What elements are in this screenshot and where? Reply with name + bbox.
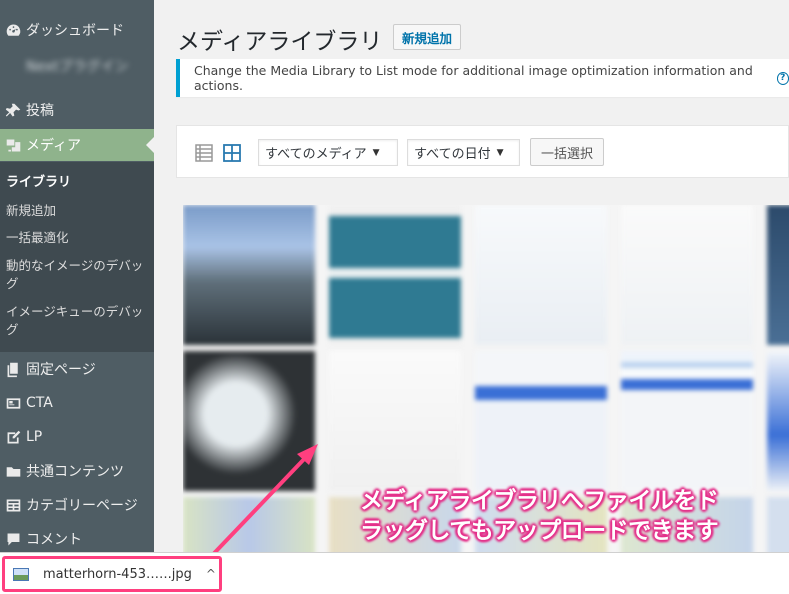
menu-cta-label: CTA — [26, 395, 53, 411]
menu-posts[interactable]: 投稿 — [0, 98, 154, 122]
table-icon — [0, 497, 26, 514]
pin-icon — [0, 102, 26, 119]
menu-next-plugin[interactable]: Nextプラグイン — [0, 54, 154, 78]
cta-icon — [0, 395, 26, 412]
media-type-filter[interactable]: すべてのメディア ▼ — [258, 139, 398, 166]
date-filter-value: すべての日付 — [414, 147, 491, 162]
media-submenu: ライブラリ 新規追加 一括最適化 動的なイメージのデバッグ イメージキューのデバ… — [0, 162, 154, 352]
media-thumbnail[interactable] — [475, 205, 607, 345]
media-type-filter-value: すべてのメディア — [265, 147, 367, 162]
media-toolbar: すべてのメディア ▼ すべての日付 ▼ 一括選択 — [176, 125, 789, 178]
callout-line-2: ラッグしてもアップロードできます — [360, 518, 719, 544]
menu-posts-label: 投稿 — [26, 103, 54, 119]
image-file-icon — [13, 567, 29, 581]
media-thumbnail[interactable] — [767, 351, 789, 491]
dropdown-arrow-icon: ▼ — [496, 147, 504, 158]
media-thumbnail[interactable] — [329, 205, 461, 345]
folder-icon — [0, 463, 26, 480]
media-thumbnail[interactable] — [183, 351, 315, 491]
media-thumbnail[interactable] — [621, 205, 753, 345]
lp-icon — [0, 429, 26, 446]
help-icon[interactable]: ? — [776, 71, 789, 85]
media-thumbnail[interactable] — [767, 205, 789, 345]
menu-pages-label: 固定ページ — [26, 362, 96, 378]
chevron-up-icon[interactable]: ^ — [206, 567, 216, 581]
dashboard-icon — [0, 22, 26, 39]
media-thumbnail[interactable] — [183, 497, 315, 552]
submenu-image-queue-debug[interactable]: イメージキューのデバッグ — [6, 303, 150, 339]
media-thumbnail[interactable] — [767, 497, 789, 552]
grid-view-icon[interactable] — [223, 144, 241, 162]
menu-category-pages-label: カテゴリーページ — [26, 498, 138, 514]
menu-dashboard-label: ダッシュボード — [26, 23, 124, 39]
media-thumbnail[interactable] — [475, 351, 607, 491]
menu-lp-label: LP — [26, 429, 43, 445]
comment-icon — [0, 531, 26, 548]
list-mode-notice: Change the Media Library to List mode fo… — [176, 59, 789, 97]
callout-line-1: メディアライブラリへファイルをド — [360, 488, 719, 514]
media-icon — [0, 137, 26, 154]
submenu-library[interactable]: ライブラリ — [6, 174, 150, 192]
media-thumbnail[interactable] — [329, 351, 461, 491]
menu-cta[interactable]: CTA — [0, 391, 154, 415]
menu-category-pages[interactable]: カテゴリーページ — [0, 493, 154, 517]
menu-comments[interactable]: コメント — [0, 527, 154, 551]
dropdown-arrow-icon: ▼ — [372, 147, 380, 158]
menu-media[interactable]: メディア — [0, 129, 154, 161]
menu-dashboard[interactable]: ダッシュボード — [0, 18, 154, 42]
bulk-select-button[interactable]: 一括選択 — [530, 138, 605, 166]
date-filter[interactable]: すべての日付 ▼ — [407, 139, 520, 166]
menu-pages[interactable]: 固定ページ — [0, 357, 154, 381]
download-bar: matterhorn-453…‥.jpg ^ — [0, 552, 789, 594]
media-thumbnail[interactable] — [621, 351, 753, 491]
download-item[interactable]: matterhorn-453…‥.jpg ^ — [2, 556, 222, 592]
media-thumbnail[interactable] — [183, 205, 315, 345]
menu-next-plugin-label: Nextプラグイン — [26, 59, 129, 75]
admin-sidebar: ダッシュボード Nextプラグイン 投稿 メディア ライブラリ 新規追加 一括最… — [0, 0, 154, 552]
menu-lp[interactable]: LP — [0, 425, 154, 449]
submenu-add-new[interactable]: 新規追加 — [6, 202, 150, 220]
drag-drop-callout: メディアライブラリへファイルをド ラッグしてもアップロードできます — [360, 486, 719, 546]
menu-shared-content[interactable]: 共通コンテンツ — [0, 459, 154, 483]
menu-shared-content-label: 共通コンテンツ — [26, 464, 124, 480]
notice-text: Change the Media Library to List mode fo… — [194, 63, 753, 93]
menu-media-label: メディア — [26, 138, 82, 154]
menu-comments-label: コメント — [26, 532, 82, 548]
page-title: メディアライブラリ — [177, 29, 383, 55]
pages-icon — [0, 361, 26, 378]
submenu-bulk-optimize[interactable]: 一括最適化 — [6, 229, 150, 247]
download-filename: matterhorn-453…‥.jpg — [43, 566, 192, 582]
add-new-button[interactable]: 新規追加 — [393, 24, 462, 50]
list-view-icon[interactable] — [195, 144, 213, 162]
submenu-dynamic-image-debug[interactable]: 動的なイメージのデバッグ — [6, 257, 150, 293]
